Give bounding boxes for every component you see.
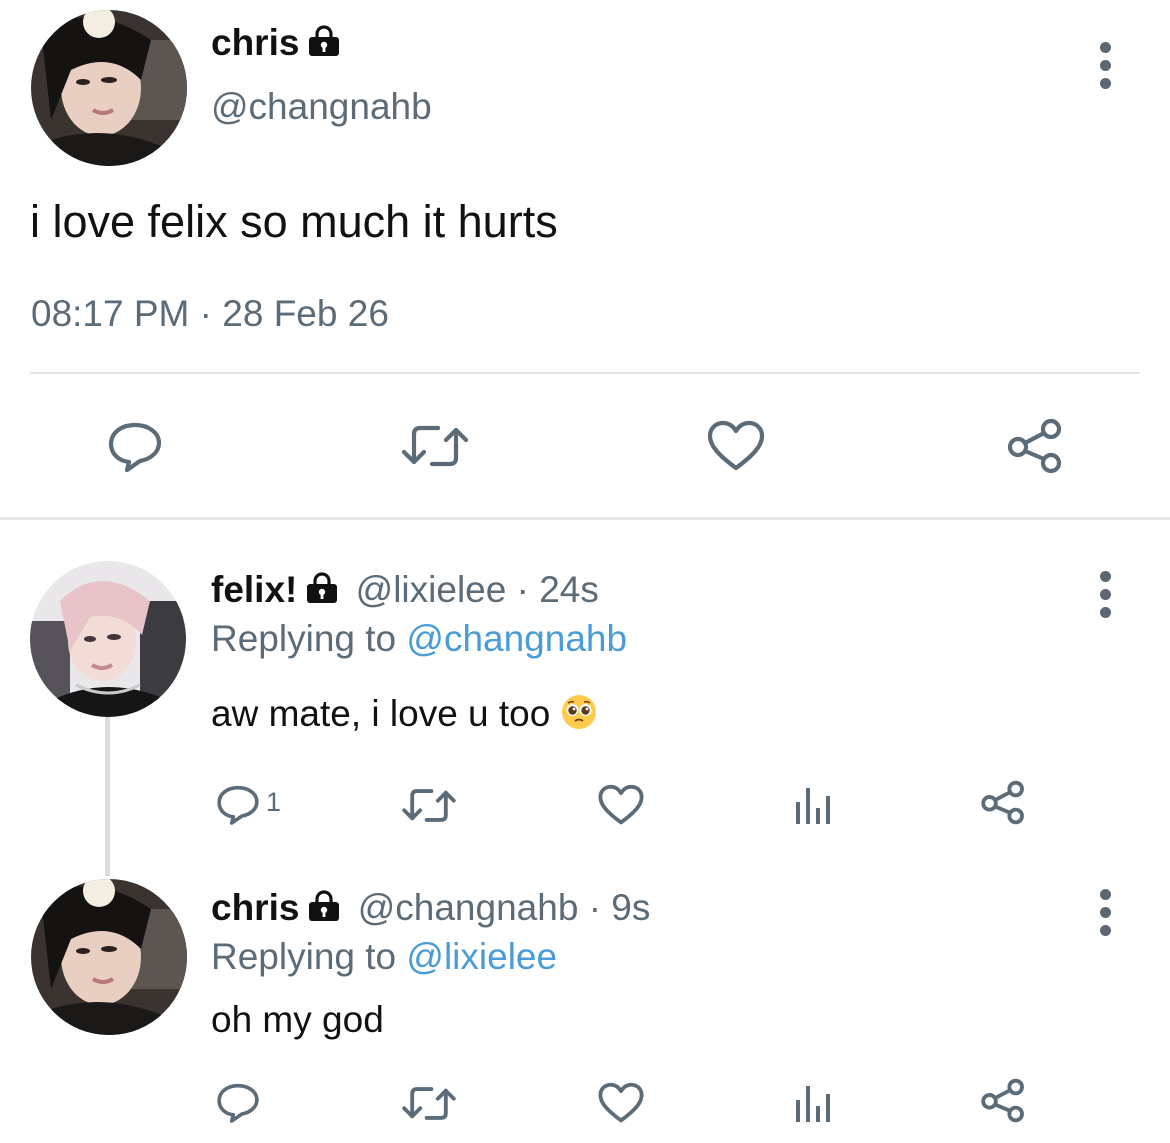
display-name-text[interactable]: chris (211, 887, 299, 928)
more-options-icon[interactable] (1100, 889, 1114, 943)
more-options-icon[interactable] (1100, 571, 1114, 625)
replying-to-line: Replying to @changnahb (211, 618, 627, 660)
analytics-icon (796, 788, 830, 824)
avatar-chris[interactable] (31, 10, 187, 166)
heart-icon (598, 1082, 644, 1123)
more-options-icon[interactable] (1100, 42, 1114, 96)
display-name[interactable]: chris (211, 22, 341, 66)
lock-icon (307, 889, 341, 931)
like-button[interactable] (598, 784, 644, 826)
replying-to-line: Replying to @lixielee (211, 936, 557, 978)
reply-header[interactable]: felix! @lixielee · 24s (211, 569, 599, 613)
share-icon (1007, 418, 1062, 474)
replying-prefix: Replying to (211, 618, 397, 659)
reply-text-content: aw mate, i love u too (211, 693, 551, 734)
avatar-felix[interactable] (30, 561, 186, 717)
retweet-button[interactable] (400, 422, 470, 470)
handle[interactable]: @changnahb (358, 887, 579, 928)
reply-text: aw mate, i love u too (211, 693, 597, 739)
reply-button[interactable]: 1 (216, 784, 281, 826)
reply-icon (217, 1083, 259, 1123)
reply-button[interactable] (216, 1082, 260, 1124)
reply-header[interactable]: chris @changnahb · 9s (211, 887, 650, 931)
reply-count: 1 (266, 786, 282, 817)
share-icon (981, 1078, 1024, 1123)
reply-icon (217, 785, 259, 825)
replying-to-link[interactable]: @changnahb (406, 618, 627, 659)
display-name-text[interactable]: felix! (211, 569, 297, 610)
divider (30, 372, 1140, 374)
like-button[interactable] (707, 420, 765, 472)
tweet-text: i love felix so much it hurts (30, 196, 558, 247)
retweet-icon (402, 789, 456, 822)
avatar-chris[interactable] (31, 879, 187, 1035)
share-button[interactable] (1006, 418, 1064, 474)
like-button[interactable] (598, 1082, 644, 1124)
replying-to-link[interactable]: @lixielee (406, 936, 557, 977)
reply-button[interactable] (107, 421, 163, 473)
reply-age: 9s (611, 887, 651, 928)
analytics-icon (796, 1086, 830, 1122)
pleading-face-emoji (561, 694, 597, 739)
heart-icon (598, 784, 644, 825)
thread-line (105, 716, 110, 876)
lock-icon (305, 571, 339, 613)
replying-prefix: Replying to (211, 936, 397, 977)
heart-icon (707, 420, 765, 471)
timestamp-separator: · (199, 293, 212, 334)
share-button[interactable] (980, 780, 1026, 825)
separator: · (516, 569, 529, 610)
display-name-text[interactable]: chris (211, 22, 299, 63)
retweet-button[interactable] (401, 786, 457, 825)
retweet-icon (402, 1087, 456, 1120)
share-button[interactable] (980, 1078, 1026, 1123)
retweet-button[interactable] (401, 1084, 457, 1123)
retweet-icon (401, 425, 469, 467)
tweet-time: 08:17 PM (31, 293, 190, 334)
reply-text: oh my god (211, 999, 384, 1040)
timestamp[interactable]: 08:17 PM · 28 Feb 26 (31, 293, 389, 335)
lock-icon (307, 24, 341, 66)
reply-age: 24s (539, 569, 599, 610)
tweet-date: 28 Feb 26 (222, 293, 389, 334)
reply-icon (108, 422, 162, 473)
analytics-button[interactable] (794, 784, 832, 826)
handle[interactable]: @changnahb (211, 86, 432, 128)
handle[interactable]: @lixielee (356, 569, 507, 610)
section-divider (0, 517, 1170, 520)
separator: · (588, 887, 602, 928)
analytics-button[interactable] (794, 1082, 832, 1124)
share-icon (981, 780, 1024, 825)
